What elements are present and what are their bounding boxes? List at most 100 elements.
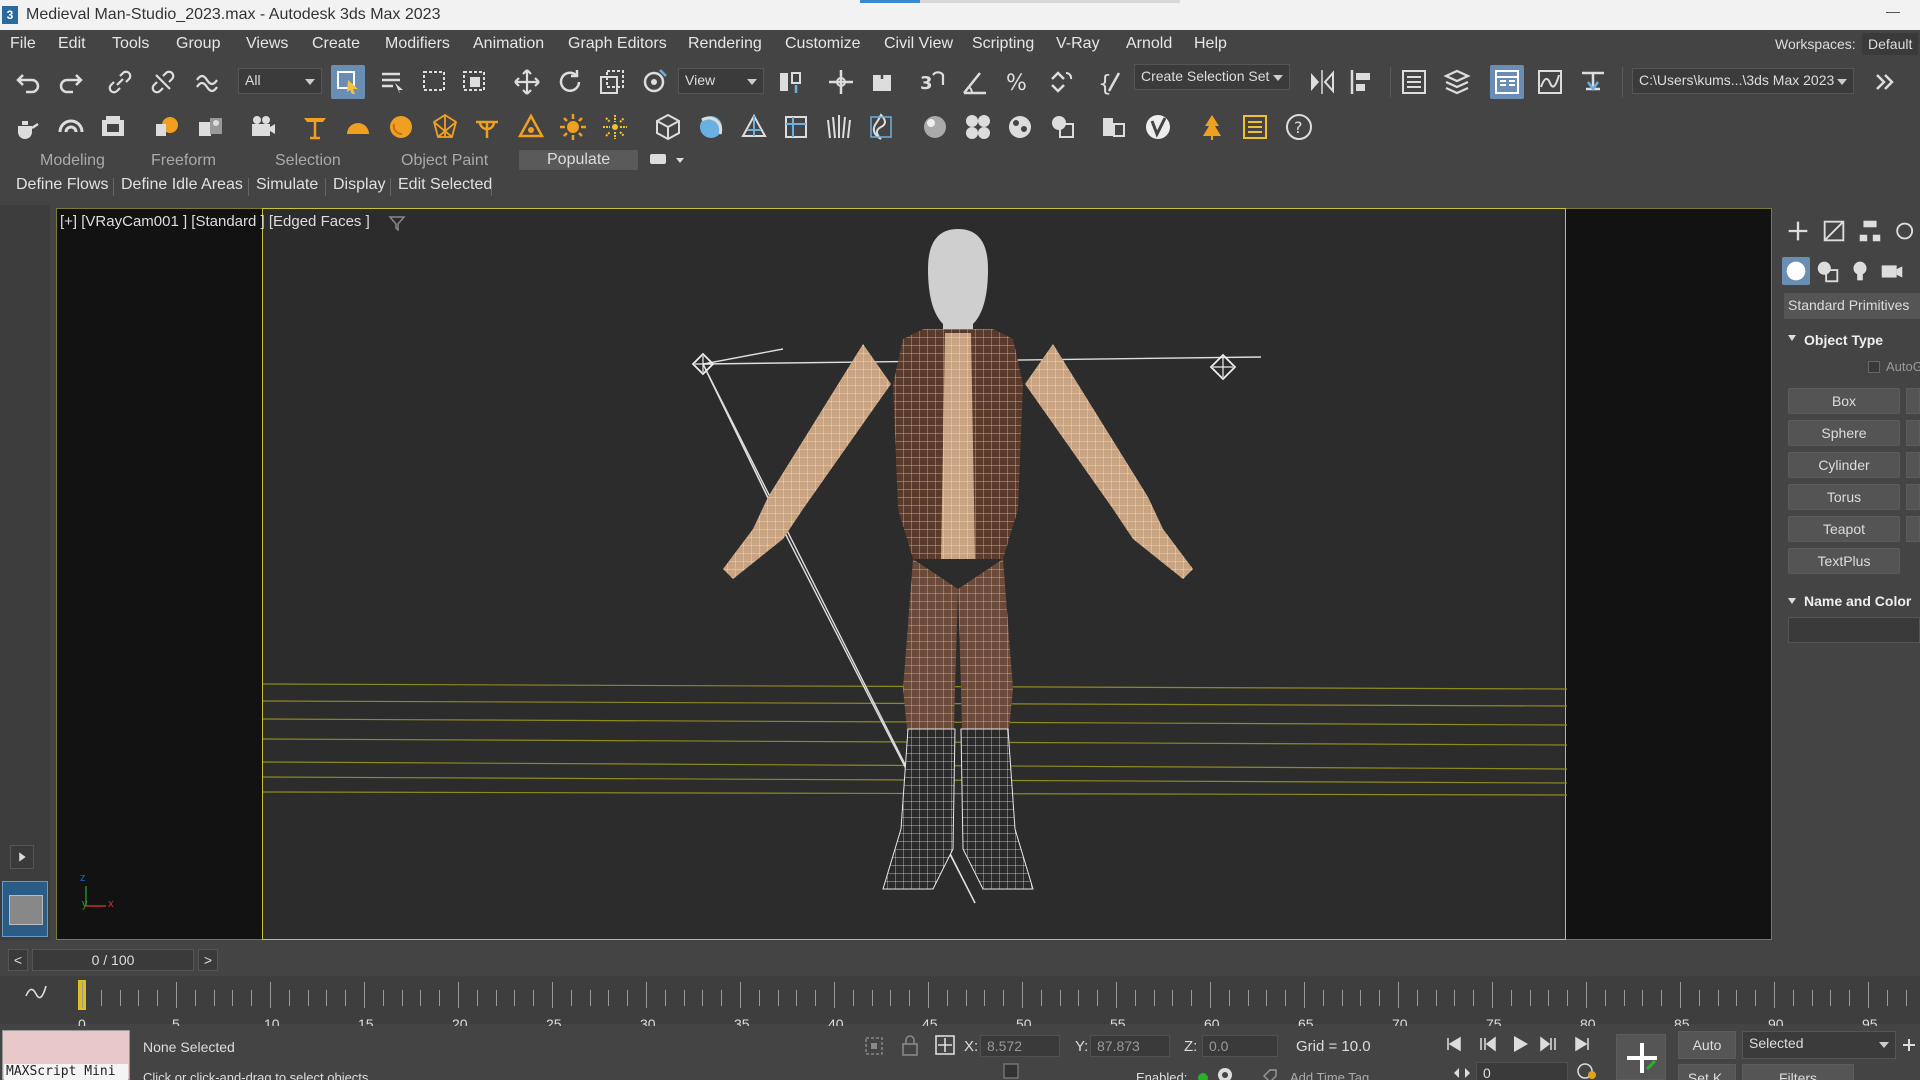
menu-help[interactable]: Help [1194,35,1227,53]
modify-tab-icon[interactable] [1820,217,1848,245]
sphere-button[interactable]: Sphere [1788,420,1900,446]
menu-views[interactable]: Views [246,35,288,53]
tube-button[interactable] [1906,452,1920,478]
safe-frame[interactable] [262,208,1568,940]
schematic-view-icon[interactable] [1576,65,1610,99]
align-icon[interactable] [1346,65,1380,99]
shapes-icon[interactable] [1814,257,1842,285]
camera-icon[interactable] [691,352,715,376]
minimize-button[interactable] [1886,12,1900,13]
time-configuration-icon[interactable] [1576,1062,1598,1080]
menu-modifiers[interactable]: Modifiers [385,35,450,53]
scale-icon[interactable] [595,65,629,99]
move-icon[interactable] [510,65,544,99]
menu-edit[interactable]: Edit [58,35,86,53]
viewport-layout-thumbnail[interactable] [2,881,48,937]
vray-ambient-light-icon[interactable] [514,110,548,144]
play-icon[interactable] [1508,1032,1532,1056]
vray-bitmap-icon[interactable] [1097,110,1131,144]
vray-dome-light-icon[interactable] [341,110,375,144]
named-selection-dropdown[interactable]: Create Selection Set [1134,64,1290,90]
bind-space-warp-icon[interactable] [190,65,224,99]
unlink-icon[interactable] [146,65,180,99]
vray-multi-material-icon[interactable] [961,110,995,144]
expand-layouts-button[interactable] [10,845,34,869]
menu-tools[interactable]: Tools [112,35,149,53]
time-next-button[interactable]: > [198,949,218,971]
vray-material-converter-icon[interactable] [1003,110,1037,144]
edit-selected-button[interactable]: Edit Selected [398,176,492,194]
torus-button[interactable]: Torus [1788,484,1900,510]
menu-civil-view[interactable]: Civil View [884,35,953,53]
redo-icon[interactable] [53,65,87,99]
define-flows-button[interactable]: Define Flows [16,176,108,194]
go-to-end-icon[interactable] [1572,1034,1592,1054]
maxscript-mini-label[interactable]: MAXScript Mini [4,1064,128,1080]
define-idle-areas-button[interactable]: Define Idle Areas [121,176,243,194]
ribbon-tab-object-paint[interactable]: Object Paint [401,152,488,170]
ribbon-toggle-icon[interactable] [1490,65,1524,99]
object-name-field[interactable] [1788,617,1920,643]
box-button[interactable]: Box [1788,388,1900,414]
plane-button[interactable] [1906,516,1920,542]
percent-snap-icon[interactable]: % [1001,65,1035,99]
menu-arnold[interactable]: Arnold [1126,35,1172,53]
vray-material-sphere-icon[interactable] [918,110,952,144]
geosphere-button[interactable] [1906,420,1920,446]
curve-editor-mini-icon[interactable] [24,982,48,1002]
menu-vray[interactable]: V-Ray [1056,35,1100,53]
vray-sphere-light-icon[interactable] [384,110,418,144]
vray-plane-light-icon[interactable] [298,110,332,144]
previous-frame-icon[interactable] [1478,1034,1498,1054]
ribbon-options-icon[interactable] [650,154,666,164]
vray-light-icon[interactable] [151,110,185,144]
menu-customize[interactable]: Customize [785,35,861,53]
display-button[interactable]: Display [333,176,385,194]
ribbon-tab-selection[interactable]: Selection [275,152,341,170]
place-icon[interactable] [638,65,672,99]
scene-explorer-icon[interactable] [1397,65,1431,99]
menu-file[interactable]: File [10,35,36,53]
window-crossing-icon[interactable] [458,65,492,99]
set-key-mode-button[interactable]: Set K. [1678,1064,1736,1080]
time-config-arrows-icon[interactable] [1452,1066,1472,1080]
vray-sphere-fade-icon[interactable] [694,110,728,144]
create-tab-icon[interactable] [1784,217,1812,245]
auto-key-button[interactable]: Auto [1678,1031,1736,1059]
viewport-nav-icon[interactable] [1902,1038,1916,1052]
isolate-selection-icon[interactable] [862,1034,886,1058]
absolute-mode-icon[interactable] [934,1034,956,1056]
menu-animation[interactable]: Animation [473,35,544,53]
ribbon-tab-populate[interactable]: Populate [519,150,639,170]
menu-scripting[interactable]: Scripting [972,35,1034,53]
select-manipulate-icon[interactable] [824,65,858,99]
select-by-name-icon[interactable] [375,65,409,99]
set-key-button[interactable] [1616,1034,1666,1080]
time-slider[interactable]: 0 / 100 [32,949,194,971]
rotate-icon[interactable] [553,65,587,99]
ribbon-tab-freeform[interactable]: Freeform [151,152,216,170]
object-category-dropdown[interactable]: Standard Primitives [1784,293,1920,319]
chevron-down-icon[interactable] [676,158,684,163]
help-icon[interactable]: ? [1282,110,1316,144]
go-to-start-icon[interactable] [1444,1034,1464,1054]
populate-tree-icon[interactable] [1195,110,1229,144]
vray-sky-icon[interactable] [598,110,632,144]
link-icon[interactable] [103,65,137,99]
vray-scene-converter-icon[interactable] [1046,110,1080,144]
project-path-dropdown[interactable]: C:\Users\kums...\3ds Max 2023 [1632,68,1854,94]
spinner-snap-icon[interactable] [1044,65,1078,99]
mirror-icon[interactable] [1305,65,1339,99]
rollout-collapse-icon[interactable] [1788,335,1796,341]
time-tag-toggle-icon[interactable] [1216,1066,1234,1080]
rollout-collapse-icon[interactable] [1788,598,1796,604]
textplus-button[interactable]: TextPlus [1788,548,1900,574]
vray-ies-light-icon[interactable] [470,110,504,144]
camera-target-icon[interactable] [1209,353,1237,381]
pyramid-button[interactable] [1906,484,1920,510]
time-prev-button[interactable]: < [8,949,28,971]
ribbon-tab-modeling[interactable]: Modeling [40,152,105,170]
filter-icon[interactable] [388,215,406,231]
vray-decal-icon[interactable] [779,110,813,144]
rectangular-selection-icon[interactable] [418,65,452,99]
